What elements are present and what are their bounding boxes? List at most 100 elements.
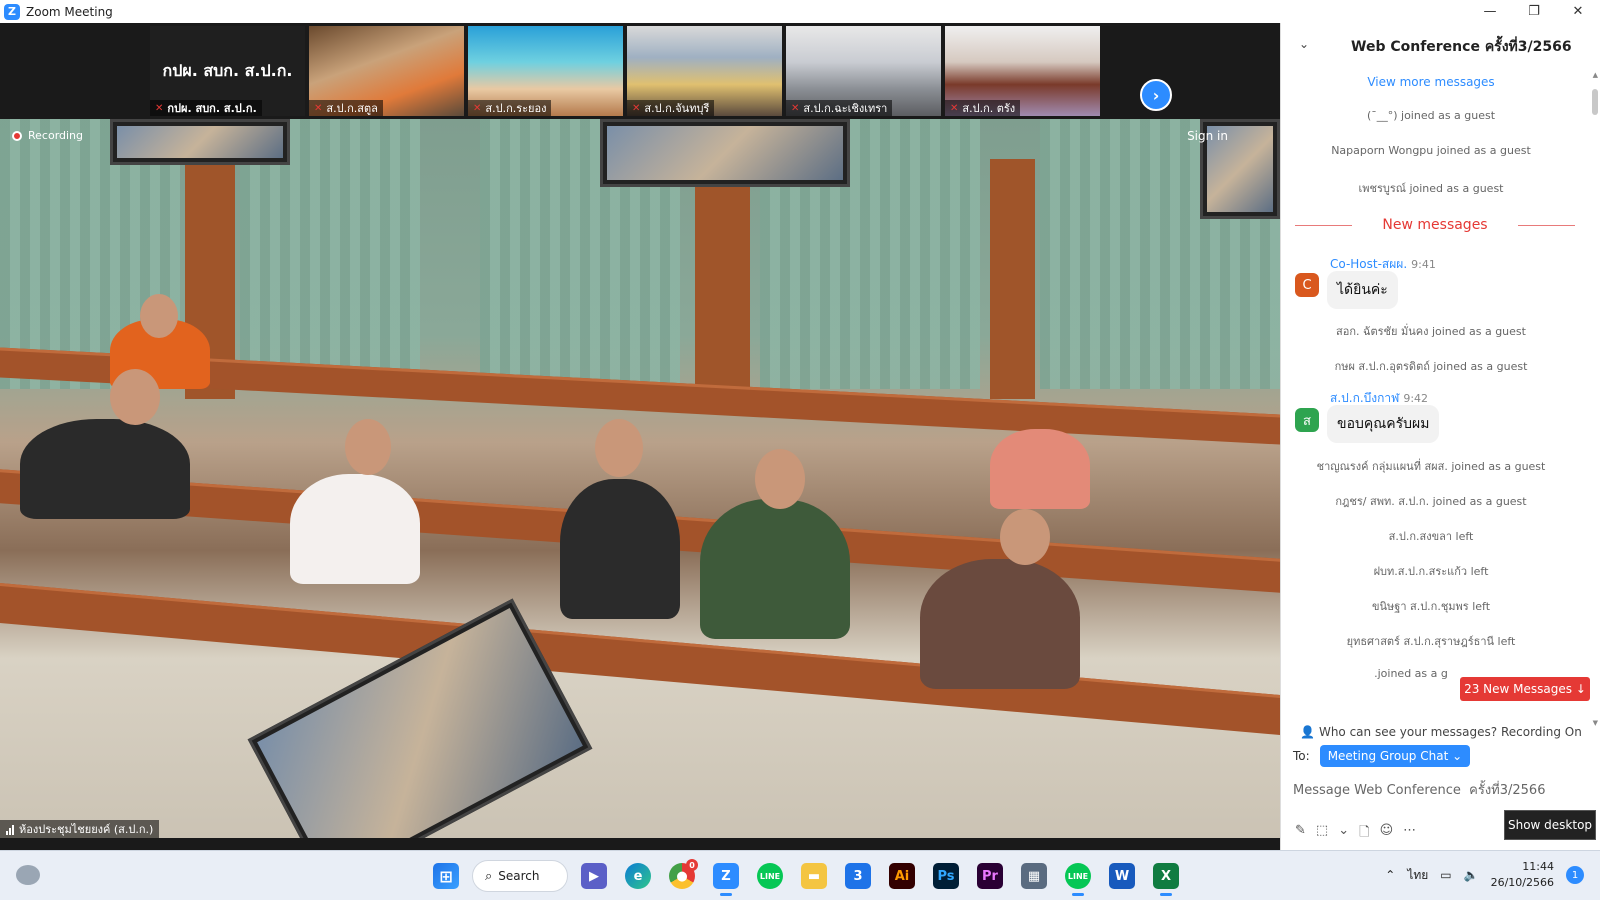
- recording-indicator: Recording: [12, 129, 83, 142]
- video-scene-person: [290, 474, 420, 584]
- notification-badge[interactable]: 1: [1566, 866, 1584, 884]
- system-tray: ⌃ ไทย ▭ 🔈 11:44 26/10/2566 1: [1385, 859, 1584, 891]
- avatar: ส: [1295, 408, 1319, 432]
- participant-name: ส.ป.ก.ระยอง: [485, 102, 547, 115]
- message-visibility-notice[interactable]: 👤 Who can see your messages? Recording O…: [1281, 725, 1600, 739]
- speaker-name: ห้องประชุมไชยยงค์ (ส.ป.ก.): [19, 823, 154, 836]
- chevron-down-icon[interactable]: ⌄: [1338, 823, 1349, 845]
- avatar: C: [1295, 273, 1319, 297]
- scroll-thumb[interactable]: [1592, 89, 1598, 115]
- participant-thumb[interactable]: ✕ ส.ป.ก.ระยอง: [468, 26, 623, 116]
- edge-app[interactable]: e: [620, 859, 656, 893]
- next-page-chevron-icon[interactable]: ›: [1140, 79, 1172, 111]
- muted-mic-icon: ✕: [314, 102, 323, 114]
- language-indicator[interactable]: ไทย: [1407, 866, 1428, 885]
- muted-mic-icon: ✕: [632, 102, 641, 114]
- video-scene-tv: [110, 119, 290, 165]
- to-label: To:: [1293, 749, 1310, 763]
- premiere-app[interactable]: Pr: [972, 859, 1008, 893]
- participant-name-label: ✕ ส.ป.ก.จันทบุรี: [627, 100, 715, 116]
- new-messages-label: New messages: [1382, 217, 1488, 233]
- scroll-up-icon[interactable]: ▲: [1593, 71, 1598, 79]
- line-app[interactable]: LINE: [752, 859, 788, 893]
- calculator-app[interactable]: ▦: [1016, 859, 1052, 893]
- more-icon[interactable]: ⋯: [1403, 823, 1416, 845]
- network-icon[interactable]: ▭: [1440, 868, 1451, 882]
- teams-meet-app[interactable]: ▶: [576, 859, 612, 893]
- taskbar-search[interactable]: ⌕ Search: [472, 860, 568, 892]
- muted-mic-icon: ✕: [155, 102, 164, 114]
- title-bar: Z Zoom Meeting — ❐ ✕: [0, 0, 1600, 23]
- zoom-app[interactable]: Z: [708, 859, 744, 896]
- chevron-up-icon[interactable]: ⌃: [1385, 868, 1395, 882]
- search-label: Search: [498, 869, 540, 883]
- participant-name: ส.ป.ก. ตรัง: [962, 102, 1016, 115]
- illustrator-app[interactable]: Ai: [884, 859, 920, 893]
- maximize-button[interactable]: ❐: [1512, 0, 1556, 23]
- video-scene-person: [595, 419, 643, 477]
- recipient-dropdown[interactable]: Meeting Group Chat ⌄: [1319, 745, 1471, 767]
- recipient-row: To: Meeting Group Chat ⌄: [1293, 745, 1471, 767]
- muted-mic-icon: ✕: [473, 102, 482, 114]
- participant-name: กปผ. สบก. ส.ป.ก.: [167, 102, 257, 115]
- format-icon[interactable]: ✎: [1295, 823, 1306, 845]
- emoji-icon[interactable]: ☺: [1380, 823, 1394, 845]
- video-scene-person: [110, 369, 160, 425]
- excel-icon: X: [1153, 863, 1179, 889]
- participant-thumb[interactable]: ✕ ส.ป.ก. ตรัง: [945, 26, 1100, 116]
- signal-strength-icon: [6, 824, 15, 835]
- file-explorer-app[interactable]: ▬: [796, 859, 832, 893]
- message-bubble[interactable]: ได้ยินค่ะ: [1327, 271, 1398, 309]
- edge-icon: e: [625, 863, 651, 889]
- participant-name-label: ✕ ส.ป.ก.ฉะเชิงเทรา: [786, 100, 893, 116]
- excel-app[interactable]: X: [1148, 859, 1184, 896]
- system-message: ยุทธศาสตร์ ส.ป.ก.สุราษฎร์ธานี left: [1346, 635, 1516, 648]
- volume-icon[interactable]: 🔈: [1464, 868, 1479, 882]
- clock[interactable]: 11:44 26/10/2566: [1491, 859, 1554, 891]
- photoshop-icon: Ps: [933, 863, 959, 889]
- participant-name-label: ✕ กปผ. สบก. ส.ป.ก.: [150, 100, 262, 116]
- participant-thumb[interactable]: ✕ ส.ป.ก.ฉะเชิงเทรา: [786, 26, 941, 116]
- word-app[interactable]: W: [1104, 859, 1140, 893]
- minimize-button[interactable]: —: [1468, 0, 1512, 23]
- system-message: Napaporn Wongpu joined as a guest: [1331, 144, 1531, 157]
- participant-thumb[interactable]: ✕ ส.ป.ก.สตูล: [309, 26, 464, 116]
- chat-panel: ⌄ Web Conference ครั้งที่3/2566 View mor…: [1280, 23, 1600, 850]
- view-more-messages-link[interactable]: View more messages: [1281, 75, 1581, 89]
- system-message: ส.ป.ก.สงขลา left: [1388, 530, 1474, 543]
- taskbar-apps: ⊞ ⌕ Search ▶ e ● 0 Z LINE ▬ 3 Ai Ps Pr ▦ L…: [428, 859, 1184, 896]
- photoshop-app[interactable]: Ps: [928, 859, 964, 893]
- visibility-text: Who can see your messages? Recording On: [1318, 725, 1582, 739]
- zoom-icon: Z: [713, 863, 739, 889]
- line-app-2[interactable]: LINE: [1060, 859, 1096, 896]
- muted-mic-icon: ✕: [791, 102, 800, 114]
- video-scene-person: [990, 429, 1090, 509]
- chat-scrollbar[interactable]: ▲ ▼: [1592, 67, 1598, 727]
- message-bubble[interactable]: ขอบคุณครับผม: [1327, 405, 1440, 443]
- participant-name: ส.ป.ก.จันทบุรี: [644, 102, 710, 115]
- channel-3-app[interactable]: 3: [840, 859, 876, 893]
- weather-icon[interactable]: [16, 865, 40, 885]
- message-input[interactable]: [1293, 779, 1589, 801]
- window-title: Zoom Meeting: [26, 4, 113, 19]
- participant-display-name: กปผ. สบก. ส.ป.ก.: [162, 60, 293, 80]
- zoom-logo-icon: Z: [4, 3, 20, 20]
- sender-name: Co-Host-สผผ.: [1330, 257, 1408, 271]
- participant-thumb[interactable]: ✕ ส.ป.ก.จันทบุรี: [627, 26, 782, 116]
- chevron-down-icon[interactable]: ⌄: [1299, 37, 1309, 51]
- chat-message-list[interactable]: View more messages (¯__°) joined as a gu…: [1281, 67, 1600, 727]
- notification-badge: 0: [686, 859, 698, 871]
- start-button[interactable]: ⊞: [428, 859, 464, 893]
- participant-thumb[interactable]: กปผ. สบก. ส.ป.ก. ✕ กปผ. สบก. ส.ป.ก.: [150, 26, 305, 116]
- system-message: กฎชร/ สพท. ส.ป.ก. joined as a guest: [1335, 495, 1527, 508]
- new-messages-button[interactable]: 23 New Messages ↓: [1460, 677, 1590, 701]
- video-camera-icon: ▶: [581, 863, 607, 889]
- chrome-app[interactable]: ● 0: [664, 859, 700, 893]
- sign-in-link[interactable]: Sign in: [1187, 129, 1228, 143]
- video-scene-person: [560, 479, 680, 619]
- close-button[interactable]: ✕: [1556, 0, 1600, 23]
- premiere-icon: Pr: [977, 863, 1003, 889]
- file-icon[interactable]: 🗋: [1359, 823, 1369, 845]
- message-time: 9:41: [1411, 258, 1436, 271]
- screenshot-icon[interactable]: ⬚: [1316, 823, 1328, 845]
